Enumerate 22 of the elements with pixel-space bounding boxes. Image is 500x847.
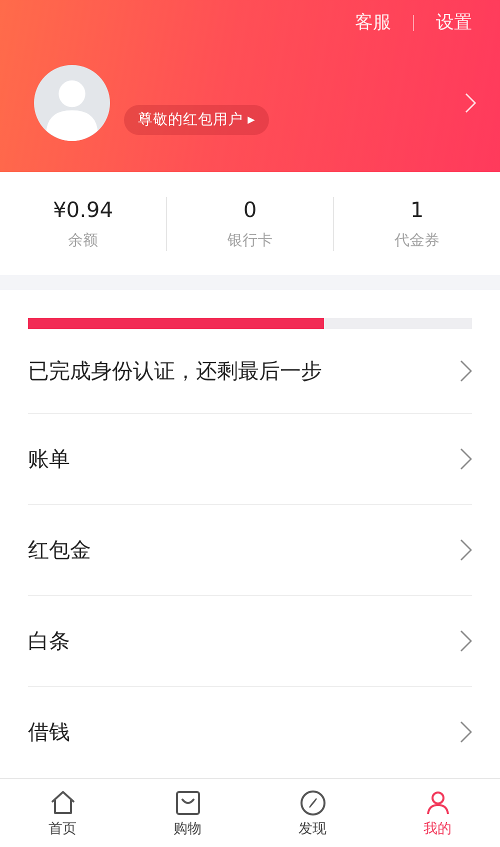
tab[interactable]: 我的 bbox=[375, 779, 500, 847]
chevron-right-icon[interactable] bbox=[460, 448, 472, 470]
stat-value[interactable]: 0 bbox=[243, 196, 257, 222]
stat-value[interactable]: 1 bbox=[410, 196, 424, 222]
tab[interactable]: 购物 bbox=[125, 779, 250, 847]
user-level-badge[interactable]: 尊敬的红包用户 ▸ bbox=[124, 105, 269, 135]
avatar-icon[interactable] bbox=[34, 65, 110, 141]
menu-item[interactable]: 账单 bbox=[28, 445, 70, 473]
compass-icon bbox=[298, 788, 326, 816]
menu-item[interactable]: 借钱 bbox=[28, 718, 70, 746]
menu-item[interactable]: 已完成身份认证，还剩最后一步 bbox=[28, 357, 322, 385]
menu-item[interactable]: 红包金 bbox=[28, 536, 91, 564]
chevron-right-icon[interactable] bbox=[460, 539, 472, 561]
chevron-right-icon[interactable] bbox=[460, 630, 472, 652]
menu-item[interactable]: 白条 bbox=[28, 627, 70, 655]
tab[interactable]: 首页 bbox=[0, 779, 125, 847]
chevron-right-icon[interactable] bbox=[460, 360, 472, 382]
home-icon bbox=[48, 788, 76, 816]
tab[interactable]: 发现 bbox=[250, 779, 375, 847]
shopping-bag-icon bbox=[174, 788, 202, 816]
chevron-right-icon[interactable] bbox=[460, 721, 472, 743]
stat-value[interactable]: ¥0.94 bbox=[52, 196, 114, 222]
